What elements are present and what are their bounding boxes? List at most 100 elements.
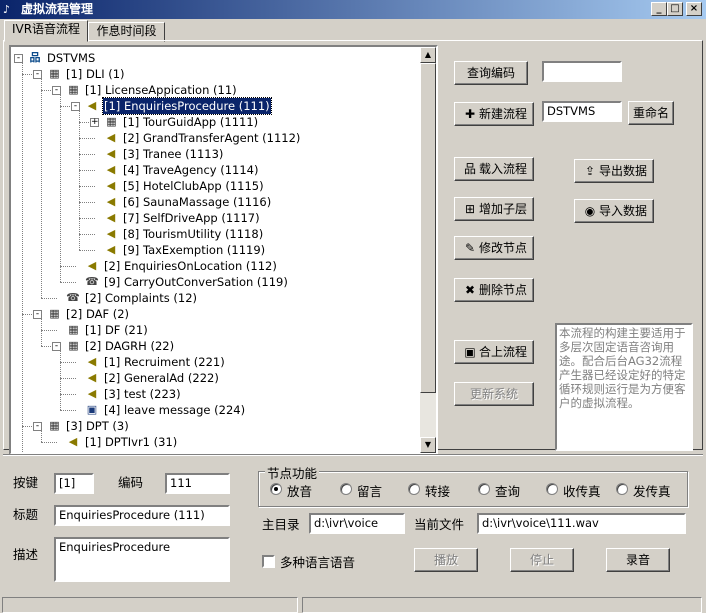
tab-ivr-flow[interactable]: IVR语音流程	[4, 20, 88, 42]
phone-icon: ☎	[85, 275, 99, 288]
tree-node[interactable]: - ◀ [1] EnquiriesProcedure (111)	[11, 97, 421, 115]
current-file-input[interactable]: d:\ivr\voice\111.wav	[477, 513, 686, 534]
app-icon: ♪	[3, 3, 11, 16]
radio-label[interactable]: 收传真	[563, 481, 601, 500]
radio-button[interactable]	[546, 483, 558, 495]
load-flow-button[interactable]: 品载入流程	[454, 157, 534, 181]
rename-button[interactable]: 重命名	[628, 101, 674, 125]
scroll-thumb[interactable]	[420, 63, 436, 393]
multilang-checkbox[interactable]	[262, 555, 275, 568]
minimize-button[interactable]: _	[651, 2, 667, 16]
tree-content: - 品 DSTVMS - ▦ [1] DLI (1) - ▦ [1] LicenseAppica…	[11, 47, 421, 453]
tree-node[interactable]: ◀ [3] Tranee (1113)	[11, 146, 421, 162]
tab-schedule[interactable]: 作息时间段	[88, 22, 165, 42]
radio-label[interactable]: 转接	[425, 481, 450, 500]
tree-node[interactable]: ◀ [2] EnquiriesOnLocation (112)	[11, 258, 421, 274]
tree-connector	[60, 282, 76, 283]
tree-node[interactable]: - ▦ [1] DLI (1)	[11, 66, 421, 82]
desc-input[interactable]: EnquiriesProcedure	[54, 537, 230, 582]
status-pane-2	[302, 597, 702, 613]
tree-node[interactable]: ◀ [3] test (223)	[11, 386, 421, 402]
tree-connector	[79, 154, 95, 155]
import-data-button[interactable]: ◉ 导入数据	[574, 199, 654, 223]
tree-node[interactable]: ▦[4] DPDO (4)	[11, 450, 421, 453]
tree-node[interactable]: - ▦ [3] DPT (3)	[11, 418, 421, 434]
radio-label[interactable]: 留言	[357, 481, 382, 500]
tree-node[interactable]: ◀ [4] TraveAgency (1114)	[11, 162, 421, 178]
speaker-icon: ◀	[106, 147, 116, 160]
query-code-input[interactable]	[542, 61, 622, 82]
radio-button[interactable]	[270, 483, 282, 495]
radio-button[interactable]	[478, 483, 490, 495]
tree-node[interactable]: ▦ [1] DF (21)	[11, 322, 421, 338]
tree-node[interactable]: - ▦ [2] DAF (2)	[11, 306, 421, 322]
grid-icon: ▦	[68, 339, 78, 352]
tree-node-label: [9] CarryOutConverSation (119)	[104, 275, 288, 289]
radio-button[interactable]	[340, 483, 352, 495]
current-file-label: 当前文件	[414, 517, 465, 532]
query-code-button[interactable]: 查询编码	[454, 61, 528, 85]
tree-node[interactable]: + ▦ [1] TourGuidApp (1111)	[11, 114, 421, 130]
export-data-button[interactable]: ⇪ 导出数据	[574, 159, 654, 183]
tree-node-label: [1] DLI (1)	[66, 67, 125, 81]
merge-flow-button[interactable]: ▣ 合上流程	[454, 340, 534, 364]
scroll-up-button[interactable]: ▲	[420, 47, 436, 63]
tree-node[interactable]: - ▦ [2] DAGRH (22)	[11, 338, 421, 354]
add-child-button[interactable]: ⊞ 增加子层	[454, 197, 534, 221]
collapse-icon[interactable]: -	[71, 102, 80, 111]
tree-node[interactable]: ◀ [5] HotelClubApp (1115)	[11, 178, 421, 194]
code-input[interactable]: 111	[165, 473, 230, 494]
expand-icon[interactable]: +	[90, 118, 99, 127]
modify-node-button[interactable]: ✎ 修改节点	[454, 236, 534, 260]
tree-scrollbar[interactable]: ▲ ▼	[420, 47, 436, 453]
radio-label[interactable]: 放音	[287, 481, 312, 500]
collapse-icon[interactable]: -	[33, 422, 42, 431]
new-flow-button[interactable]: ✚ 新建流程	[454, 102, 534, 126]
tree-node-label: [6] SaunaMassage (1116)	[123, 195, 272, 209]
flow-name-input[interactable]: DSTVMS	[542, 101, 622, 122]
radio-label[interactable]: 查询	[495, 481, 520, 500]
tree-node[interactable]: ◀ [6] SaunaMassage (1116)	[11, 194, 421, 210]
tree-node-label: [3] test (223)	[104, 387, 181, 401]
radio-button[interactable]	[408, 483, 420, 495]
radio-button[interactable]	[616, 483, 628, 495]
load-flow-label: 载入流程	[478, 162, 527, 176]
flow-tree[interactable]: - 品 DSTVMS - ▦ [1] DLI (1) - ▦ [1] LicenseAppica…	[9, 45, 438, 455]
tree-node[interactable]: ▣ [4] leave message (224)	[11, 402, 421, 418]
tree-node-label: [1] LicenseAppication (11)	[85, 83, 237, 97]
collapse-icon[interactable]: -	[14, 54, 23, 63]
speaker-icon: ◀	[106, 163, 116, 176]
tree-node[interactable]: ◀ [9] TaxExemption (1119)	[11, 242, 421, 258]
speaker-icon: ◀	[68, 435, 78, 448]
record-button[interactable]: 录音	[606, 548, 670, 572]
collapse-icon[interactable]: -	[33, 70, 42, 79]
delete-node-button[interactable]: ✖ 删除节点	[454, 278, 534, 302]
tree-connector	[41, 442, 57, 443]
tree-node[interactable]: ◀ [2] GrandTransferAgent (1112)	[11, 130, 421, 146]
tree-node[interactable]: ◀ [1] Recruiment (221)	[11, 354, 421, 370]
key-input[interactable]: [1]	[54, 473, 94, 494]
tree-node[interactable]: - 品 DSTVMS	[11, 50, 421, 66]
radio-label[interactable]: 发传真	[633, 481, 671, 500]
collapse-icon[interactable]: -	[52, 86, 61, 95]
title-input[interactable]: EnquiriesProcedure (111)	[54, 505, 230, 526]
collapse-icon[interactable]: -	[33, 310, 42, 319]
tree-node[interactable]: ☎ [9] CarryOutConverSation (119)	[11, 274, 421, 290]
tree-node[interactable]: - ▦ [1] LicenseAppication (11)	[11, 82, 421, 98]
title-bar[interactable]: ♪ 虚拟流程管理 _ □ ×	[0, 0, 706, 19]
stop-button[interactable]: 停止	[510, 548, 574, 572]
tree-node[interactable]: ☎ [2] Complaints (12)	[11, 290, 421, 306]
maximize-button[interactable]: □	[667, 2, 683, 16]
close-button[interactable]: ×	[686, 2, 702, 16]
collapse-icon[interactable]: -	[52, 342, 61, 351]
play-button[interactable]: 播放	[414, 548, 478, 572]
tree-node[interactable]: ◀ [2] GeneralAd (222)	[11, 370, 421, 386]
scroll-down-button[interactable]: ▼	[420, 437, 436, 453]
tree-node[interactable]: ◀ [8] TourismUtility (1118)	[11, 226, 421, 242]
main-dir-input[interactable]: d:\ivr\voice	[309, 513, 405, 534]
update-system-button[interactable]: 更新系统	[454, 382, 534, 406]
tree-node-label: [4] TraveAgency (1114)	[123, 163, 259, 177]
tree-node[interactable]: ◀ [7] SelfDriveApp (1117)	[11, 210, 421, 226]
tree-node[interactable]: ◀ [1] DPTIvr1 (31)	[11, 434, 421, 450]
hierarchy-icon: ⊞	[464, 202, 476, 216]
